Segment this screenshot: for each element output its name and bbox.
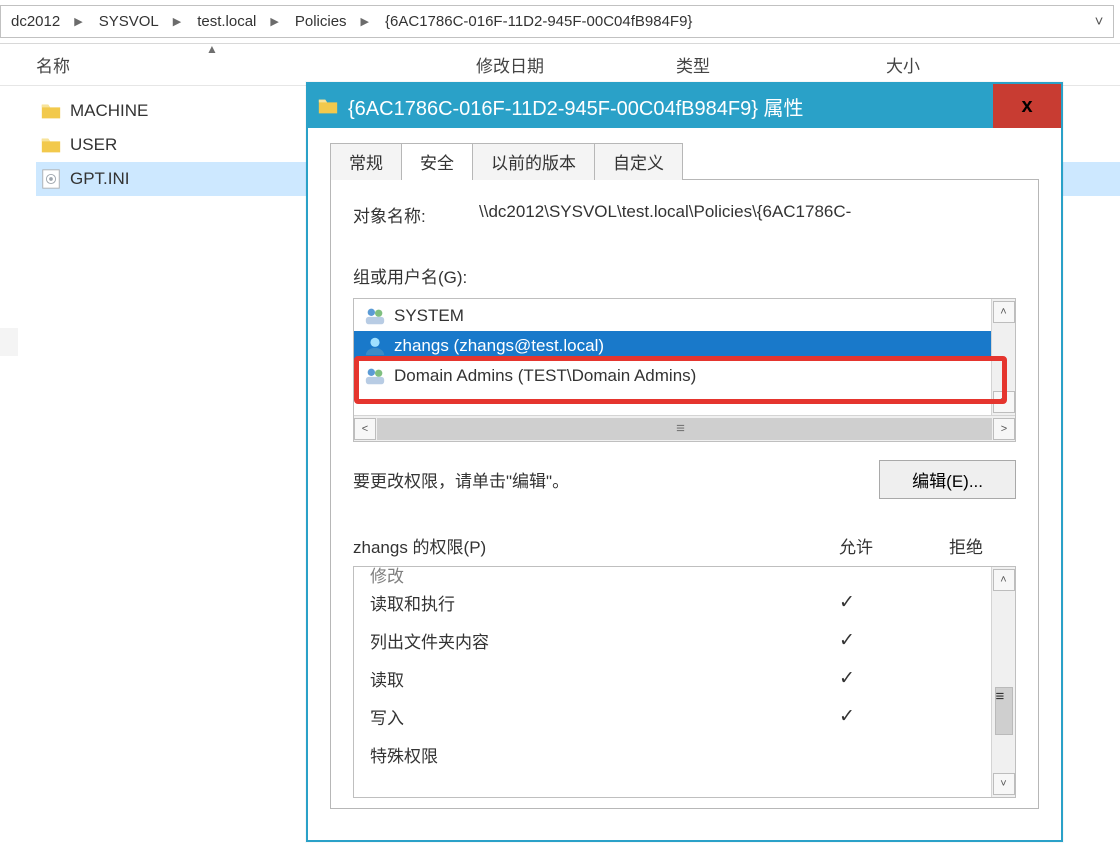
chevron-right-icon: ▶ [264,15,284,28]
permissions-for-label: zhangs 的权限(P) [353,533,796,558]
tab-previous[interactable]: 以前的版本 [472,143,595,180]
group-users-label: 组或用户名(G): [353,263,1016,288]
ini-file-icon [40,168,62,190]
close-icon: x [1021,95,1032,118]
group-item-label: SYSTEM [394,306,464,326]
group-item-label: zhangs (zhangs@test.local) [394,336,604,356]
group-item-label: Domain Admins (TEST\Domain Admins) [394,366,696,386]
address-bar[interactable]: dc2012▶ SYSVOL▶ test.local▶ Policies▶ {6… [0,5,1114,38]
close-button[interactable]: x [993,84,1061,128]
group-icon [364,305,386,327]
permission-row: 读取和执行 ✓ [370,583,991,621]
group-users-list: SYSTEM zhangs (zhangs@test.local) Domain… [353,298,1016,442]
permission-row: 修改 [370,567,991,583]
horizontal-scrollbar[interactable]: ˂ ≡ ˃ [354,415,1015,441]
scrollbar-thumb[interactable]: ≡ [377,418,992,440]
column-header-date[interactable]: 修改日期 [476,52,676,77]
breadcrumb-item[interactable]: dc2012 [1,6,68,37]
column-header-name[interactable]: 名称 ▲ [36,52,476,77]
check-icon: ✓ [787,629,907,652]
chevron-down-icon[interactable]: ˅ [1085,13,1113,30]
permission-row: 读取 ✓ [370,659,991,697]
permission-name: 读取 [370,666,787,691]
scroll-up-icon[interactable]: ˄ [993,301,1015,323]
edit-permissions-row: 要更改权限，请单击"编辑"。 编辑(E)... [353,460,1016,499]
allow-header: 允许 [796,533,916,558]
user-icon [364,335,386,357]
chevron-right-icon: ▶ [355,15,375,28]
check-icon: ✓ [787,591,907,614]
permissions-list: 修改 读取和执行 ✓ 列出文件夹内容 ✓ 读 [353,566,1016,798]
group-item-domain-admins[interactable]: Domain Admins (TEST\Domain Admins) [354,361,1015,391]
tab-security[interactable]: 安全 [401,143,473,180]
breadcrumb-item[interactable]: SYSVOL [89,6,167,37]
permission-name: 特殊权限 [370,742,787,767]
tab-general[interactable]: 常规 [330,143,402,180]
sort-asc-icon: ▲ [206,42,218,56]
properties-dialog: {6AC1786C-016F-11D2-945F-00C04fB984F9} 属… [306,82,1063,842]
object-name-value: \\dc2012\SYSVOL\test.local\Policies\{6AC… [479,202,851,227]
column-header-label: 名称 [36,57,70,76]
scroll-down-icon[interactable]: ˅ [993,391,1015,413]
group-item-system[interactable]: SYSTEM [354,301,1015,331]
deny-header: 拒绝 [916,533,1016,558]
check-icon: ✓ [787,667,907,690]
group-icon [364,365,386,387]
nav-tree-edge [0,328,18,356]
permission-name: 读取和执行 [370,590,787,615]
file-name: USER [70,135,117,155]
column-headers: 名称 ▲ 修改日期 类型 大小 [0,44,1120,86]
folder-icon [308,95,348,117]
permission-name: 写入 [370,704,787,729]
vertical-scrollbar[interactable]: ˄ ˅ [991,299,1015,415]
file-name: MACHINE [70,101,148,121]
object-name-row: 对象名称: \\dc2012\SYSVOL\test.local\Policie… [353,202,1016,227]
scrollbar-thumb[interactable]: ≡ [995,687,1013,735]
permissions-header: zhangs 的权限(P) 允许 拒绝 [353,533,1016,558]
permission-name: 列出文件夹内容 [370,628,787,653]
permission-row: 列出文件夹内容 ✓ [370,621,991,659]
tab-custom[interactable]: 自定义 [594,143,683,180]
dialog-title: {6AC1786C-016F-11D2-945F-00C04fB984F9} 属… [348,92,993,121]
folder-icon [40,134,62,156]
breadcrumb-item[interactable]: {6AC1786C-016F-11D2-945F-00C04fB984F9} [375,6,700,37]
column-header-type[interactable]: 类型 [676,52,886,77]
chevron-right-icon: ▶ [167,15,187,28]
tab-panel-security: 对象名称: \\dc2012\SYSVOL\test.local\Policie… [330,179,1039,809]
breadcrumb-item[interactable]: test.local [187,6,264,37]
permission-name: 修改 [370,567,787,587]
folder-icon [40,100,62,122]
group-item-zhangs[interactable]: zhangs (zhangs@test.local) [354,331,1015,361]
permission-row: 写入 ✓ [370,697,991,735]
chevron-right-icon: ▶ [68,15,88,28]
address-bar-row: dc2012▶ SYSVOL▶ test.local▶ Policies▶ {6… [0,0,1120,44]
breadcrumb-item[interactable]: Policies [285,6,355,37]
edit-hint: 要更改权限，请单击"编辑"。 [353,467,859,492]
object-name-label: 对象名称: [353,202,439,227]
scroll-down-icon[interactable]: ˅ [993,773,1015,795]
check-icon: ✓ [787,705,907,728]
edit-button[interactable]: 编辑(E)... [879,460,1016,499]
scroll-left-icon[interactable]: ˂ [354,418,376,440]
vertical-scrollbar[interactable]: ˄ ≡ ˅ [991,567,1015,797]
permission-row: 特殊权限 [370,735,991,773]
column-header-size[interactable]: 大小 [886,52,1006,77]
tab-row: 常规 安全 以前的版本 自定义 [308,128,1061,179]
dialog-titlebar[interactable]: {6AC1786C-016F-11D2-945F-00C04fB984F9} 属… [308,84,1061,128]
file-name: GPT.INI [70,169,130,189]
scroll-right-icon[interactable]: ˃ [993,418,1015,440]
scroll-up-icon[interactable]: ˄ [993,569,1015,591]
